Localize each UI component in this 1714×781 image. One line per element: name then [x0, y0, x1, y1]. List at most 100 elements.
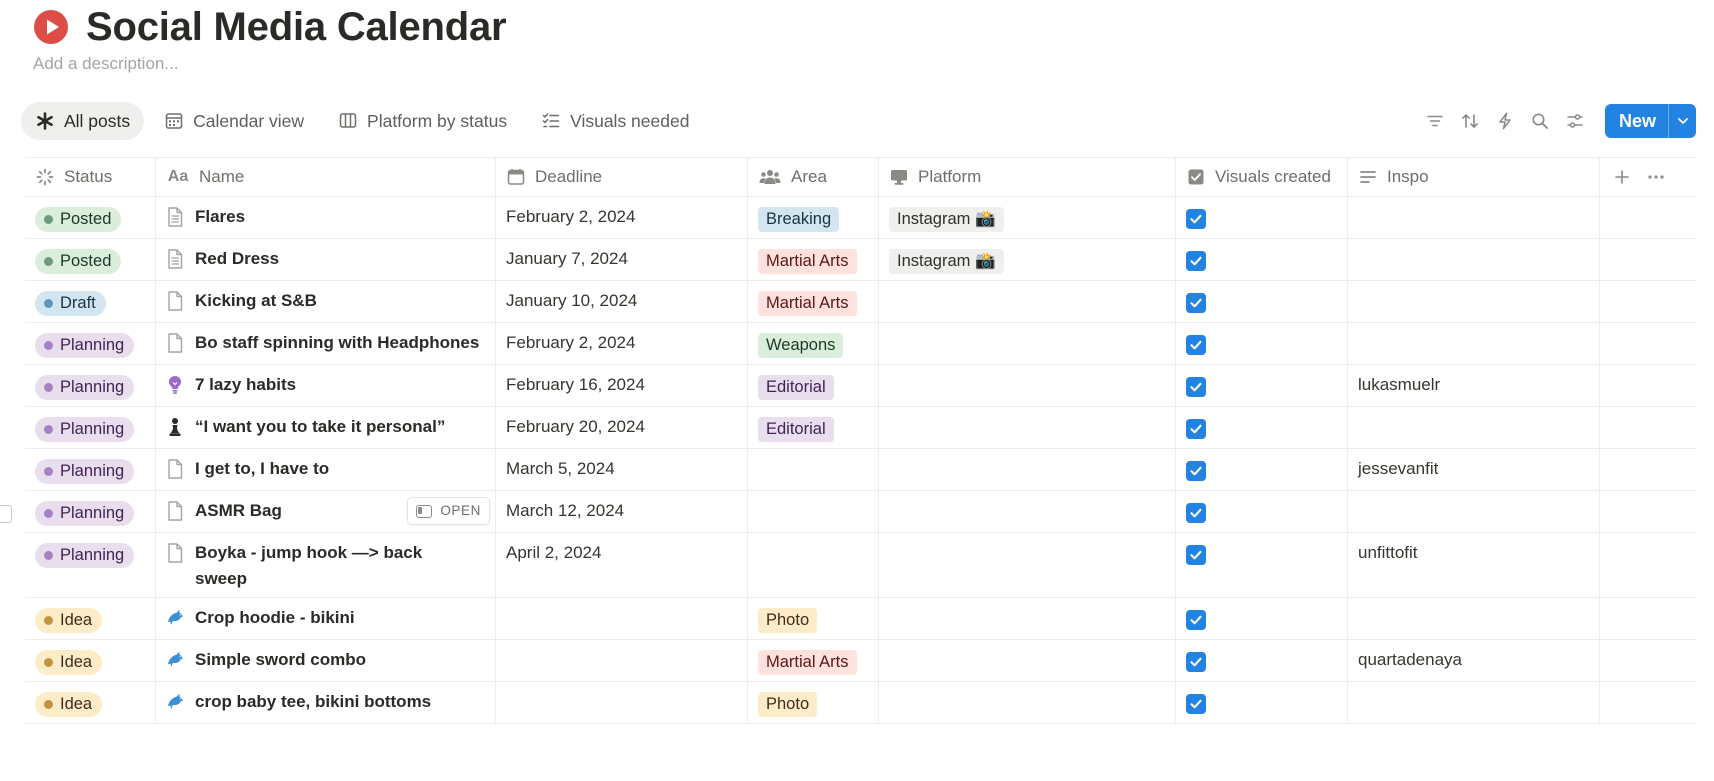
table-row[interactable]: Idea Crop hoodie - bikini Photo: [25, 598, 1697, 640]
description-field[interactable]: Add a description...: [33, 54, 179, 74]
page-link[interactable]: Bo staff spinning with Headphones: [166, 330, 485, 356]
page-link[interactable]: ASMR Bag OPEN: [166, 497, 490, 525]
deadline-cell[interactable]: February 2, 2024: [496, 323, 748, 364]
platform-cell[interactable]: [879, 682, 1176, 723]
deadline-cell[interactable]: January 7, 2024: [496, 239, 748, 280]
deadline-cell[interactable]: February 2, 2024: [496, 197, 748, 238]
more-options-icon[interactable]: [1646, 167, 1666, 187]
area-cell[interactable]: [748, 533, 879, 597]
status-cell[interactable]: Planning: [25, 449, 156, 490]
tab-visuals-needed[interactable]: Visuals needed: [527, 102, 703, 140]
page-link[interactable]: “I want you to take it personal”: [166, 414, 485, 440]
visuals-created-checkbox[interactable]: [1186, 503, 1206, 523]
name-cell[interactable]: ASMR Bag OPEN: [156, 491, 496, 532]
platform-cell[interactable]: [879, 407, 1176, 448]
page-link[interactable]: I get to, I have to: [166, 456, 485, 482]
name-cell[interactable]: Kicking at S&B: [156, 281, 496, 322]
name-cell[interactable]: “I want you to take it personal”: [156, 407, 496, 448]
new-options-button[interactable]: [1668, 104, 1696, 138]
status-cell[interactable]: Planning: [25, 407, 156, 448]
area-cell[interactable]: Photo: [748, 598, 879, 639]
deadline-cell[interactable]: February 20, 2024: [496, 407, 748, 448]
tab-platform-by-status[interactable]: Platform by status: [324, 102, 521, 140]
area-cell[interactable]: Martial Arts: [748, 640, 879, 681]
area-cell[interactable]: Photo: [748, 682, 879, 723]
visuals-created-checkbox[interactable]: [1186, 610, 1206, 630]
name-cell[interactable]: Crop hoodie - bikini: [156, 598, 496, 639]
open-page-button[interactable]: OPEN: [407, 497, 490, 525]
status-cell[interactable]: Posted: [25, 239, 156, 280]
name-cell[interactable]: Bo staff spinning with Headphones: [156, 323, 496, 364]
platform-cell[interactable]: [879, 640, 1176, 681]
table-row[interactable]: Planning Boyka - jump hook —> back sweep A…: [25, 533, 1697, 598]
table-row[interactable]: Planning ASMR Bag OPEN March 12, 2024: [0, 491, 1697, 533]
inspo-cell[interactable]: [1348, 239, 1600, 280]
status-cell[interactable]: Idea: [25, 682, 156, 723]
sort-button[interactable]: [1453, 104, 1488, 138]
table-row[interactable]: Planning I get to, I have to March 5, 2024…: [25, 449, 1697, 491]
status-cell[interactable]: Idea: [25, 598, 156, 639]
new-button[interactable]: New: [1604, 104, 1696, 138]
page-link[interactable]: Simple sword combo: [166, 647, 485, 673]
column-header-visuals-created[interactable]: Visuals created: [1176, 158, 1348, 196]
deadline-cell[interactable]: April 2, 2024: [496, 533, 748, 597]
page-link[interactable]: Crop hoodie - bikini: [166, 605, 485, 631]
inspo-cell[interactable]: [1348, 281, 1600, 322]
column-header-name[interactable]: Aa Name: [156, 158, 496, 196]
visuals-created-checkbox[interactable]: [1186, 461, 1206, 481]
column-header-deadline[interactable]: Deadline: [496, 158, 748, 196]
status-cell[interactable]: Planning: [25, 365, 156, 406]
tab-all-posts[interactable]: All posts: [21, 102, 145, 140]
name-cell[interactable]: Flares: [156, 197, 496, 238]
status-cell[interactable]: Planning: [25, 533, 156, 597]
area-cell[interactable]: Editorial: [748, 407, 879, 448]
inspo-cell[interactable]: [1348, 197, 1600, 238]
platform-cell[interactable]: [879, 449, 1176, 490]
inspo-cell[interactable]: jessevanfit: [1348, 449, 1600, 490]
status-cell[interactable]: Draft: [25, 281, 156, 322]
deadline-cell[interactable]: March 12, 2024: [496, 491, 748, 532]
view-settings-button[interactable]: [1558, 104, 1593, 138]
deadline-cell[interactable]: January 10, 2024: [496, 281, 748, 322]
table-row[interactable]: Idea Simple sword combo Martial Arts quarta…: [25, 640, 1697, 682]
tab-calendar-view[interactable]: Calendar view: [150, 102, 318, 140]
table-row[interactable]: Posted Flares February 2, 2024 Breaking Inst…: [25, 197, 1697, 239]
visuals-created-checkbox[interactable]: [1186, 251, 1206, 271]
area-cell[interactable]: [748, 491, 879, 532]
column-header-inspo[interactable]: Inspo: [1348, 158, 1600, 196]
visuals-created-checkbox[interactable]: [1186, 694, 1206, 714]
deadline-cell[interactable]: March 5, 2024: [496, 449, 748, 490]
filter-button[interactable]: [1418, 104, 1453, 138]
new-button-label[interactable]: New: [1605, 104, 1668, 138]
platform-cell[interactable]: [879, 281, 1176, 322]
inspo-cell[interactable]: [1348, 598, 1600, 639]
page-title[interactable]: Social Media Calendar: [86, 5, 507, 50]
area-cell[interactable]: Martial Arts: [748, 239, 879, 280]
area-cell[interactable]: [748, 449, 879, 490]
page-link[interactable]: 7 lazy habits: [166, 372, 485, 398]
visuals-created-checkbox[interactable]: [1186, 377, 1206, 397]
area-cell[interactable]: Editorial: [748, 365, 879, 406]
inspo-cell[interactable]: lukasmuelr: [1348, 365, 1600, 406]
inspo-cell[interactable]: [1348, 682, 1600, 723]
status-cell[interactable]: Idea: [25, 640, 156, 681]
name-cell[interactable]: Red Dress: [156, 239, 496, 280]
page-link[interactable]: Red Dress: [166, 246, 485, 272]
table-row[interactable]: Planning 7 lazy habits February 16, 2024 Ed…: [25, 365, 1697, 407]
page-link[interactable]: Flares: [166, 204, 485, 230]
name-cell[interactable]: I get to, I have to: [156, 449, 496, 490]
name-cell[interactable]: crop baby tee, bikini bottoms: [156, 682, 496, 723]
platform-cell[interactable]: [879, 491, 1176, 532]
inspo-cell[interactable]: [1348, 491, 1600, 532]
visuals-created-checkbox[interactable]: [1186, 293, 1206, 313]
table-row[interactable]: Posted Red Dress January 7, 2024 Martial Ar…: [25, 239, 1697, 281]
page-link[interactable]: Kicking at S&B: [166, 288, 485, 314]
status-cell[interactable]: Posted: [25, 197, 156, 238]
inspo-cell[interactable]: [1348, 407, 1600, 448]
column-header-status[interactable]: Status: [25, 158, 156, 196]
platform-cell[interactable]: [879, 598, 1176, 639]
name-cell[interactable]: Simple sword combo: [156, 640, 496, 681]
area-cell[interactable]: Breaking: [748, 197, 879, 238]
inspo-cell[interactable]: unfittofit: [1348, 533, 1600, 597]
status-cell[interactable]: Planning: [25, 323, 156, 364]
